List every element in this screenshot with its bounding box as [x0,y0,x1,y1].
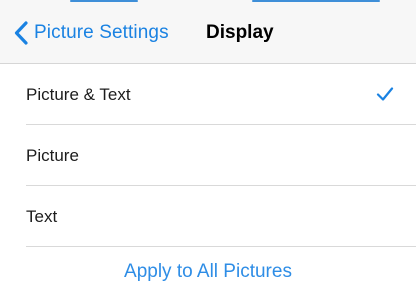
top-strip-segment [70,0,138,2]
option-picture-and-text[interactable]: Picture & Text [0,64,416,125]
back-button-label: Picture Settings [34,22,169,43]
option-text[interactable]: Text [0,186,416,247]
row-divider [26,246,416,247]
navigation-bar: Picture Settings Display [0,0,416,64]
back-button[interactable]: Picture Settings [12,20,169,46]
chevron-left-icon [12,21,30,45]
checkmark-icon [376,86,394,102]
top-strip [0,0,416,6]
option-picture[interactable]: Picture [0,125,416,186]
apply-to-all-pictures-button[interactable]: Apply to All Pictures [0,252,416,292]
option-label: Text [26,207,58,226]
display-settings-screen: Picture Settings Display Picture & Text … [0,0,416,293]
display-options-list: Picture & Text Picture Text [0,64,416,247]
option-label: Picture & Text [26,85,131,104]
option-label: Picture [26,146,79,165]
top-strip-segment [252,0,380,2]
page-title: Display [206,22,274,43]
